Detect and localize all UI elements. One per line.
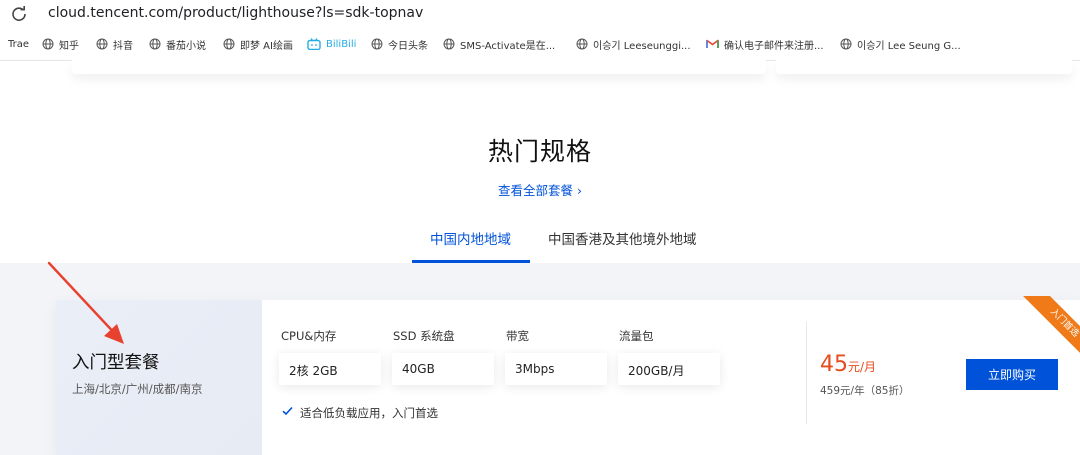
previous-card-left [72, 60, 766, 74]
bookmark-label: SMS-Activate是在... [460, 40, 556, 52]
spec-value-traffic: 200GB/月 [628, 364, 685, 378]
bookmark-label: 确认电子邮件来注册... [724, 40, 824, 52]
globe-icon [96, 38, 108, 50]
price-unit: 元/月 [848, 360, 877, 374]
package-name: 入门型套餐 [72, 353, 160, 373]
spec-value-bandwidth: 3Mbps [515, 362, 555, 376]
globe-icon [223, 38, 235, 50]
bookmark-sms-activate[interactable]: SMS-Activate是在... [443, 36, 555, 52]
tab-mainland-china[interactable]: 中国内地地域 [430, 228, 511, 248]
ribbon-badge: 入门首选 [1016, 296, 1080, 360]
globe-icon [443, 38, 455, 50]
view-all-link[interactable]: 查看全部套餐 › [0, 180, 1080, 199]
bookmark-label: BiliBili [326, 38, 357, 50]
address-bar: cloud.tencent.com/product/lighthouse?ls=… [0, 0, 1080, 28]
spec-label-cpu: CPU&内存 [281, 329, 337, 343]
bookmark-bilibili[interactable]: BiliBili [307, 36, 356, 52]
globe-icon [371, 38, 383, 50]
spec-value-disk: 40GB [402, 362, 435, 376]
bookmark-leeseunggi-1[interactable]: 이승기 Leeseunggi... [576, 36, 691, 52]
bookmark-leeseunggi-2[interactable]: 이승기 Lee Seung G... [840, 36, 961, 52]
price-value: 45 [820, 352, 848, 377]
bookmark-email-confirm[interactable]: 确认电子邮件来注册... [706, 36, 824, 52]
reload-icon[interactable] [10, 5, 28, 23]
spec-value-cpu: 2核 2GB [289, 364, 338, 378]
bookmark-label: 이승기 Lee Seung G... [857, 40, 961, 52]
bookmark-douyin[interactable]: 抖音 [96, 36, 133, 52]
bookmarks-bar: Trae 知乎 抖音 番茄小说 即梦 AI绘画 BiliBili 今日头条 SM… [0, 28, 1080, 61]
gmail-icon [706, 39, 719, 48]
bookmark-toutiao[interactable]: 今日头条 [371, 36, 428, 52]
bookmark-label: 番茄小说 [166, 40, 206, 52]
checkmark-icon [282, 406, 293, 416]
bookmark-label: 知乎 [59, 40, 79, 52]
spec-select-disk[interactable]: 40GB [392, 353, 494, 385]
bookmark-zhihu[interactable]: 知乎 [42, 36, 79, 52]
previous-card-right [776, 60, 1072, 74]
bookmark-fanqie[interactable]: 番茄小说 [149, 36, 206, 52]
bookmark-jimeng[interactable]: 即梦 AI绘画 [223, 36, 293, 52]
bookmark-label: Trae [8, 38, 30, 50]
bookmark-label: 今日头条 [388, 40, 428, 52]
spec-label-disk: SSD 系统盘 [393, 329, 455, 343]
package-feature: 适合低负载应用，入门首选 [300, 406, 438, 420]
region-tabs: 中国内地地域 中国香港及其他境外地域 [0, 224, 1080, 264]
price-monthly: 45元/月 [820, 352, 876, 377]
spec-select-traffic[interactable]: 200GB/月 [618, 353, 720, 385]
globe-icon [576, 38, 588, 50]
globe-icon [149, 38, 161, 50]
globe-icon [840, 38, 852, 50]
spec-select-cpu[interactable]: 2核 2GB [279, 353, 381, 385]
tab-hongkong-overseas[interactable]: 中国香港及其他境外地域 [548, 228, 697, 248]
ribbon-label: 入门首选 [1021, 296, 1080, 360]
buy-now-button[interactable]: 立即购买 [966, 359, 1058, 390]
bookmark-label: 即梦 AI绘画 [240, 40, 293, 52]
spec-label-traffic: 流量包 [619, 329, 654, 343]
bilibili-icon [307, 38, 321, 50]
annotation-arrow-icon [47, 261, 124, 344]
view-all-label: 查看全部套餐 › [498, 183, 582, 198]
bookmark-trae[interactable]: Trae [8, 36, 29, 52]
bookmark-label: 이승기 Leeseunggi... [593, 40, 691, 52]
bookmark-label: 抖音 [113, 40, 133, 52]
card-divider [806, 322, 807, 424]
globe-icon [42, 38, 54, 50]
spec-label-bandwidth: 带宽 [506, 329, 529, 343]
url-text[interactable]: cloud.tencent.com/product/lighthouse?ls=… [48, 4, 423, 22]
price-yearly: 459元/年（85折） [820, 385, 910, 397]
package-regions: 上海/北京/广州/成都/南京 [72, 382, 203, 396]
section-title: 热门规格 [487, 137, 592, 166]
spec-select-bandwidth[interactable]: 3Mbps [505, 353, 607, 385]
